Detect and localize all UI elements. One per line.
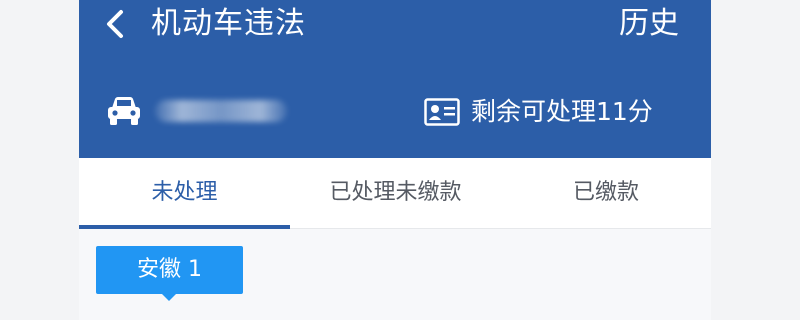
id-card-icon <box>424 98 460 126</box>
chevron-left-icon <box>107 10 123 38</box>
remaining-points: 剩余可处理11分 <box>471 97 653 126</box>
tab-paid[interactable]: 已缴款 <box>501 158 711 228</box>
app-header: 机动车违法 历史 剩余可处理11分 <box>79 0 711 158</box>
license-plate-redacted <box>155 100 287 122</box>
page-title: 机动车违法 <box>151 6 306 41</box>
region-tag[interactable]: 安徽 1 <box>96 246 243 301</box>
active-tab-indicator <box>79 225 290 229</box>
tab-unprocessed[interactable]: 未处理 <box>79 158 290 228</box>
app-screen: 机动车违法 历史 剩余可处理11分 未处理 已处理未缴款 已缴款 安徽 1 <box>79 0 711 320</box>
tab-processed-unpaid[interactable]: 已处理未缴款 <box>290 158 501 228</box>
history-button[interactable]: 历史 <box>619 6 679 42</box>
car-icon <box>108 97 140 125</box>
status-tabs: 未处理 已处理未缴款 已缴款 <box>79 158 711 229</box>
back-button[interactable] <box>99 6 135 42</box>
